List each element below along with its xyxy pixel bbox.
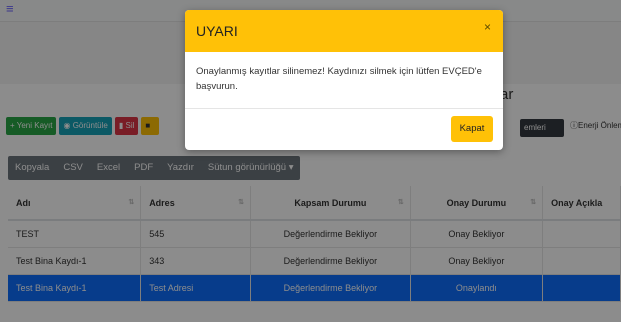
close-button[interactable]: Kapat	[451, 116, 493, 142]
warning-modal: UYARI × Onaylanmış kayıtlar silinemez! K…	[185, 10, 503, 150]
close-icon[interactable]: ×	[484, 20, 491, 34]
modal-header: UYARI ×	[185, 10, 503, 52]
modal-title: UYARI	[196, 23, 238, 39]
modal-message: Onaylanmış kayıtlar silinemez! Kaydınızı…	[196, 66, 482, 92]
modal-footer: Kapat	[185, 109, 503, 150]
